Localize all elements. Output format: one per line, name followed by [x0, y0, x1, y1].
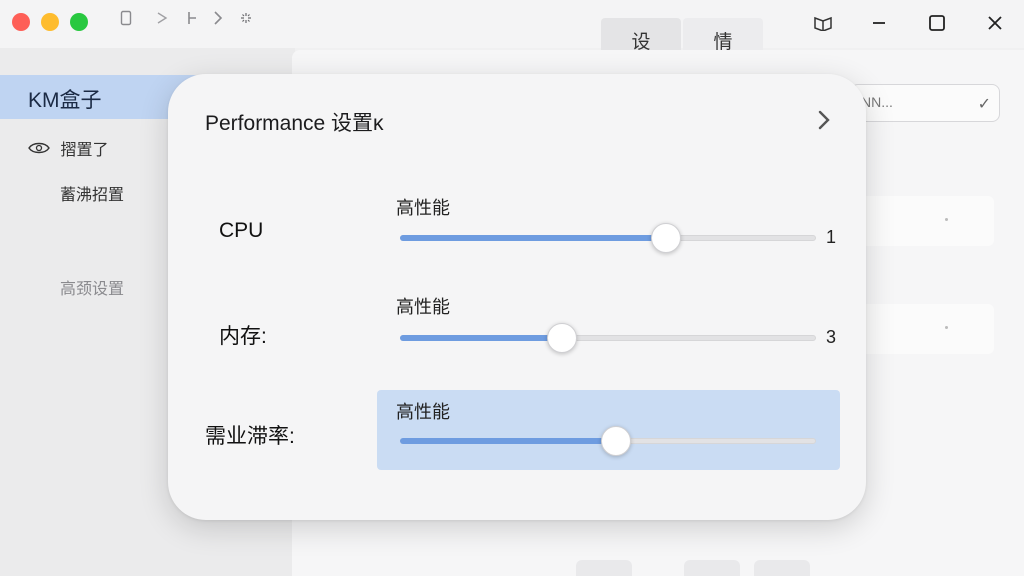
cpu-slider[interactable]	[400, 223, 816, 253]
slider-thumb[interactable]	[651, 223, 682, 253]
slider-fill	[400, 235, 667, 241]
memory-label: 内存:	[219, 325, 267, 348]
book-icon[interactable]	[808, 9, 838, 37]
minimize-button[interactable]	[864, 9, 894, 37]
cpu-label: CPU	[219, 219, 264, 242]
slider-thumb[interactable]	[547, 323, 578, 353]
memory-mode-label: 高性能	[396, 297, 450, 317]
bottom-tool-icon[interactable]	[684, 560, 740, 576]
cpu-mode-label: 高性能	[396, 198, 450, 218]
bottom-tool-icon[interactable]	[576, 560, 632, 576]
minimize-window-dot[interactable]	[41, 13, 59, 31]
background-card	[860, 196, 994, 246]
slider-fill	[400, 438, 617, 444]
sidebar-item-label: 摺置了	[60, 142, 109, 159]
phone-icon[interactable]	[116, 10, 136, 30]
sidebar-item-advanced[interactable]: 高颈设置	[60, 275, 124, 299]
memory-slider[interactable]	[400, 323, 816, 353]
title-bar: 设 情	[0, 0, 1024, 62]
sidebar-item-label: 高颈设置	[60, 281, 125, 298]
background-dropdown[interactable]: NN... ✓	[850, 84, 1000, 122]
sidebar-item-sub[interactable]: 蓄沸招置	[60, 181, 124, 205]
slider-thumb[interactable]	[601, 426, 632, 456]
slider-fill	[400, 335, 563, 341]
sparkle-icon[interactable]	[236, 10, 256, 30]
background-card	[860, 304, 994, 354]
performance-settings-dialog: Performance 设置κ CPU 高性能 1 内存: 高性能 3 需业滞率…	[168, 74, 866, 520]
eye-icon	[28, 141, 50, 160]
play-outline-icon[interactable]	[152, 10, 172, 30]
sidebar-item-settings[interactable]: 摺置了	[28, 136, 108, 160]
refresh-rate-slider[interactable]	[400, 426, 816, 456]
refresh-rate-mode-label: 高性能	[396, 402, 450, 422]
step-icon[interactable]	[182, 10, 202, 30]
memory-value: 3	[826, 327, 837, 347]
close-window-dot[interactable]	[12, 13, 30, 31]
close-button[interactable]	[980, 9, 1010, 37]
chevron-right-icon[interactable]	[814, 108, 834, 132]
zoom-window-dot[interactable]	[70, 13, 88, 31]
cpu-value: 1	[826, 227, 837, 247]
refresh-rate-label: 需业滞率:	[205, 425, 295, 448]
maximize-button[interactable]	[922, 9, 952, 37]
checkmark-icon: ✓	[977, 96, 991, 113]
bottom-tool-icon[interactable]	[754, 560, 810, 576]
sidebar-item-label: 蓄沸招置	[60, 187, 125, 204]
forward-chevron-icon[interactable]	[208, 10, 228, 30]
dialog-title: Performance 设置κ	[205, 112, 384, 135]
sidebar-app-title: KM盒子	[28, 89, 102, 112]
